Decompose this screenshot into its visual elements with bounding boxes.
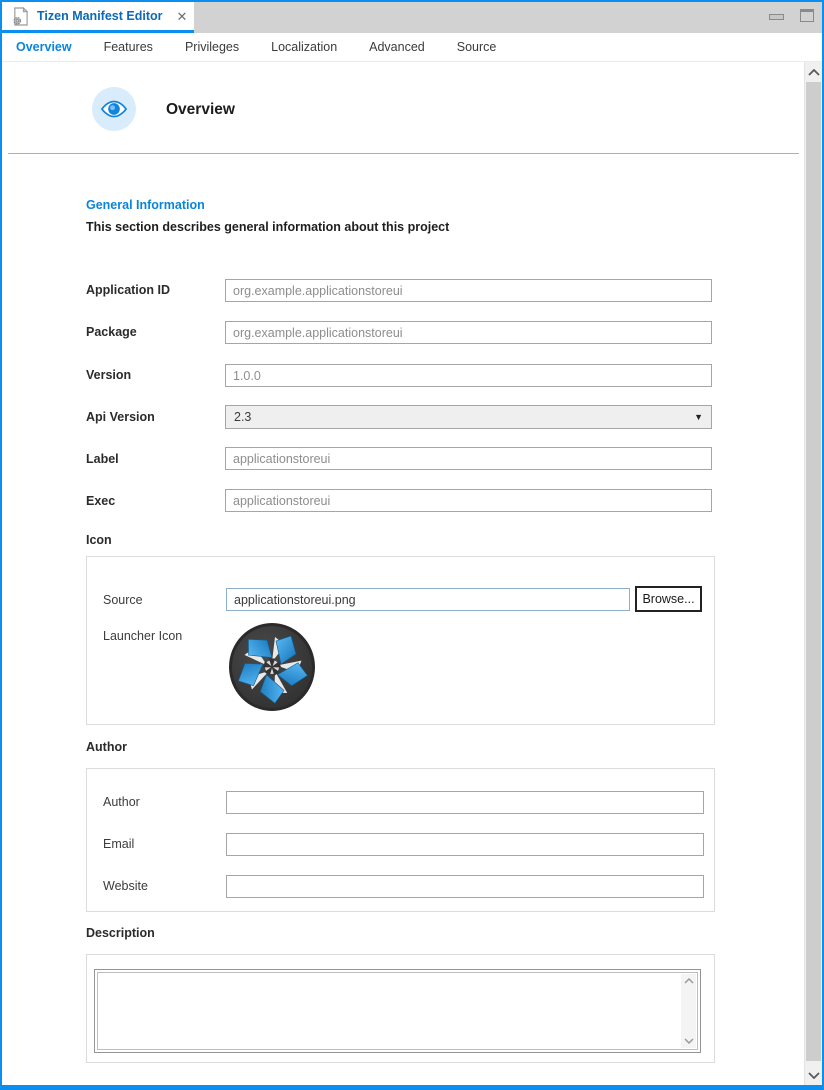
scroll-up-button[interactable] (805, 62, 822, 82)
author-groupbox: Author Email Website (86, 768, 715, 912)
author-section-title: Author (86, 740, 127, 754)
icon-groupbox: Source Browse... Launcher Icon (86, 556, 715, 725)
description-textarea[interactable] (94, 969, 701, 1053)
description-section-title: Description (86, 926, 155, 940)
tab-advanced[interactable]: Advanced (369, 40, 425, 54)
chevron-up-icon[interactable] (684, 978, 694, 984)
chevron-down-icon[interactable] (684, 1038, 694, 1044)
package-field[interactable] (225, 321, 712, 344)
tab-features[interactable]: Features (104, 40, 153, 54)
chevron-down-icon (808, 1072, 820, 1079)
editor-tabstrip: Tizen Manifest Editor ✕ (2, 2, 822, 33)
tab-source[interactable]: Source (457, 40, 497, 54)
editor-tab-title: Tizen Manifest Editor (37, 9, 162, 23)
exec-field[interactable] (225, 489, 712, 512)
launcher-icon-label: Launcher Icon (103, 629, 182, 643)
label-field[interactable] (225, 447, 712, 470)
tab-overview[interactable]: Overview (16, 40, 72, 54)
tab-localization[interactable]: Localization (271, 40, 337, 54)
pinwheel-app-icon (228, 622, 316, 717)
scroll-down-button[interactable] (805, 1065, 822, 1085)
eye-icon (92, 87, 136, 131)
header-divider (8, 153, 799, 154)
api-version-value: 2.3 (234, 410, 251, 424)
editor-tab-tizen-manifest[interactable]: Tizen Manifest Editor ✕ (2, 2, 194, 33)
scrollbar-thumb[interactable] (806, 82, 821, 1061)
description-scrollbar[interactable] (681, 974, 696, 1048)
website-field[interactable] (226, 875, 704, 898)
description-textarea-inner (97, 972, 698, 1050)
author-label: Author (103, 795, 140, 809)
page-title: Overview (166, 101, 235, 119)
minimize-icon[interactable] (769, 14, 784, 20)
exec-label: Exec (86, 494, 115, 508)
label-label: Label (86, 452, 119, 466)
website-label: Website (103, 879, 148, 893)
manifest-editor-window: Tizen Manifest Editor ✕ Overview Feature… (0, 0, 824, 1090)
tab-privileges[interactable]: Privileges (185, 40, 239, 54)
vertical-scrollbar[interactable] (804, 62, 822, 1085)
version-label: Version (86, 368, 131, 382)
manifest-nav: Overview Features Privileges Localizatio… (2, 33, 822, 62)
icon-section-title: Icon (86, 533, 112, 547)
email-label: Email (103, 837, 134, 851)
manifest-file-icon (12, 7, 29, 26)
author-field[interactable] (226, 791, 704, 814)
package-label: Package (86, 325, 137, 339)
browse-button[interactable]: Browse... (635, 586, 702, 612)
section-subtitle: This section describes general informati… (86, 220, 449, 234)
maximize-icon[interactable] (800, 9, 814, 22)
api-version-label: Api Version (86, 410, 155, 424)
window-controls (769, 9, 814, 22)
chevron-up-icon (808, 69, 820, 76)
close-icon[interactable]: ✕ (176, 10, 187, 23)
icon-source-field[interactable] (226, 588, 630, 611)
section-title: General Information (86, 198, 205, 212)
application-id-label: Application ID (86, 283, 170, 297)
version-field[interactable] (225, 364, 712, 387)
chevron-down-icon: ▼ (694, 412, 703, 422)
api-version-dropdown[interactable]: 2.3 ▼ (225, 405, 712, 429)
source-label: Source (103, 593, 143, 607)
application-id-field[interactable] (225, 279, 712, 302)
email-field[interactable] (226, 833, 704, 856)
description-groupbox (86, 954, 715, 1063)
